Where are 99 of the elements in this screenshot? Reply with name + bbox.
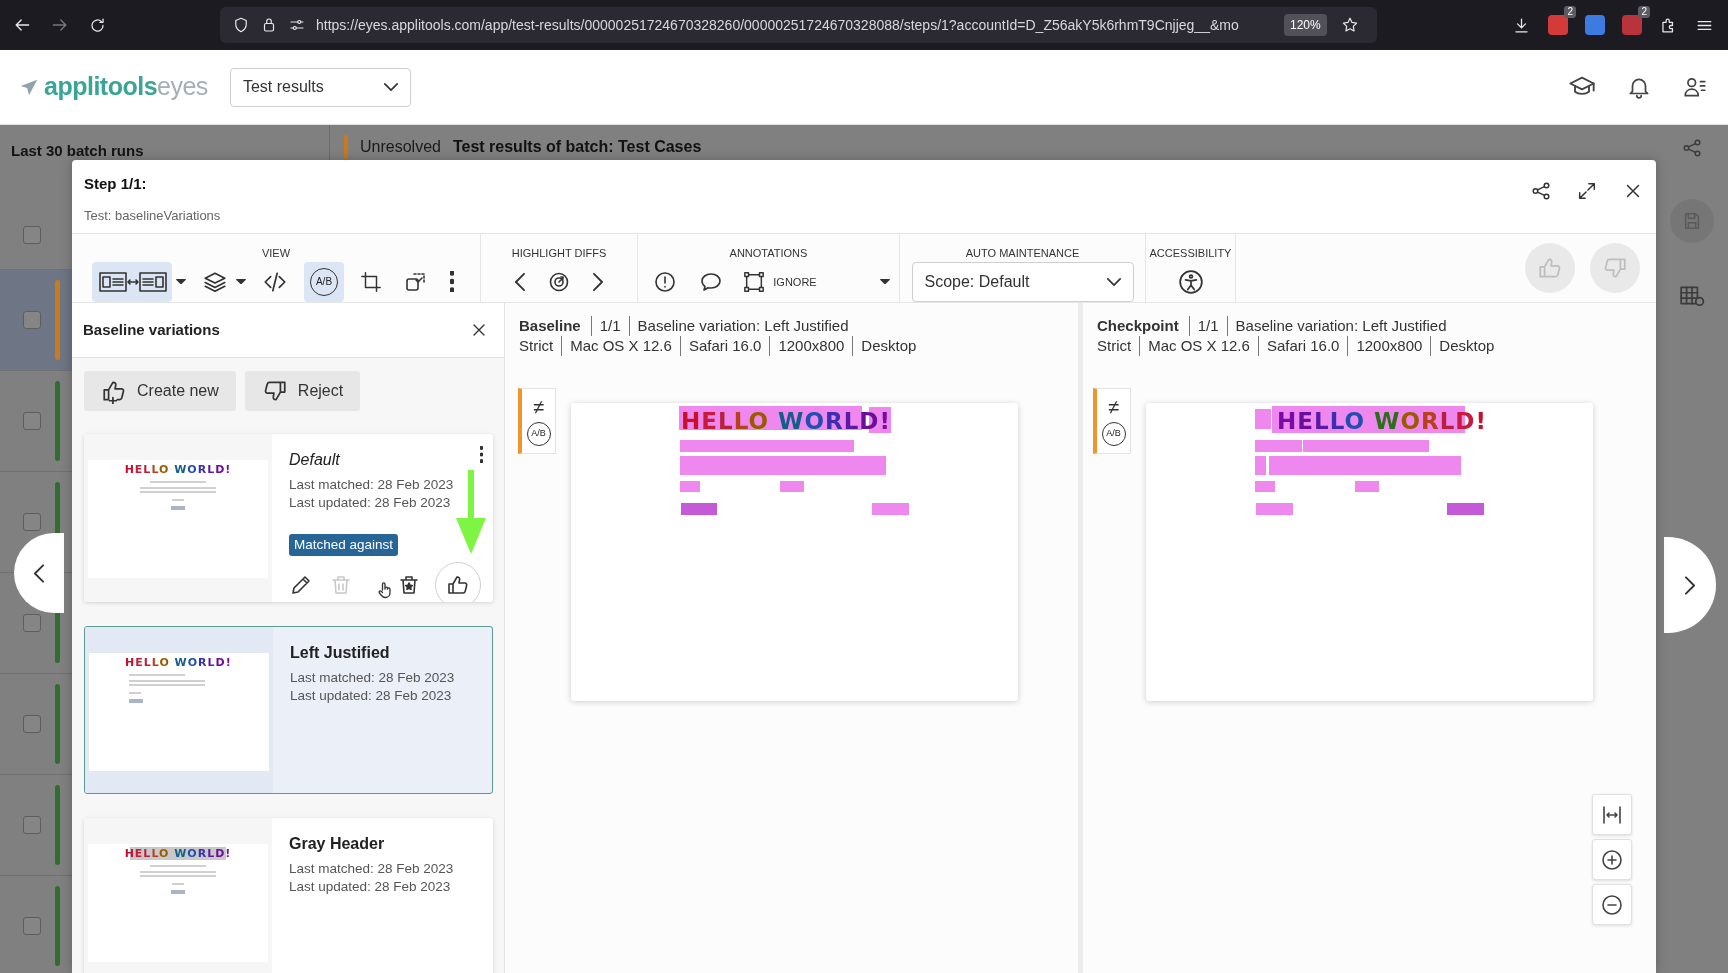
alert-icon <box>653 269 678 294</box>
create-new-button[interactable]: Create new <box>84 371 236 411</box>
pane-title: Checkpoint <box>1097 316 1180 336</box>
pointer-arrow-icon <box>456 470 486 554</box>
url-text: https://eyes.applitools.com/app/test-results/00000251724670328260/00000251724670328088/steps/1?accountId=D_Z56akY5k6rhmT9Cnjjeg__&mo <box>316 15 1240 35</box>
address-bar[interactable]: https://eyes.applitools.com/app/test-results/00000251724670328260/00000251724670328088/steps/1?accountId=D_Z56akY5k6rhmT9Cnjjeg__&mo 120% <box>220 7 1377 43</box>
share-icon[interactable] <box>1530 180 1552 202</box>
region-corners-icon <box>743 270 766 293</box>
checkbox[interactable] <box>23 715 41 733</box>
last-matched: Last matched: 28 Feb 2023 <box>289 860 455 878</box>
crop-icon <box>360 270 382 293</box>
checkbox[interactable] <box>23 225 41 244</box>
environment-detail: Mac OS X 12.6 <box>1139 336 1258 356</box>
environment-detail: Desktop <box>1430 336 1503 356</box>
chevron-right-icon <box>593 272 603 291</box>
thumbnail-heading: HELLO WORLD! <box>125 655 232 671</box>
step-index: 1/1 <box>590 316 629 336</box>
last-matched: Last matched: 28 Feb 2023 <box>289 476 455 494</box>
variation-name: Default <box>289 450 340 470</box>
step-index: 1/1 <box>1188 316 1227 336</box>
environment-detail: Safari 16.0 <box>1257 336 1348 356</box>
ignore-region-button[interactable]: IGNORE <box>743 270 890 293</box>
table-settings-icon[interactable] <box>1679 283 1705 309</box>
ab-compare-button[interactable]: A/B <box>304 261 344 302</box>
test-name: Test: baselineVariations <box>84 206 221 225</box>
approve-button[interactable] <box>435 562 481 602</box>
environment-detail: Strict <box>1097 336 1133 356</box>
variation-card[interactable]: HELLO WORLD! Left Justified Last matched: 28 Feb 2023 Last updated: 28 Feb 2023 <box>84 626 493 794</box>
status-marker <box>344 135 348 159</box>
scope-dropdown[interactable]: Scope: Default <box>911 261 1134 302</box>
caret-icon[interactable] <box>176 279 186 285</box>
checkbox[interactable] <box>23 816 41 834</box>
previous-step-button[interactable] <box>14 533 64 613</box>
chevron-right-icon <box>1685 575 1695 595</box>
variation-label: Baseline variation: Left Justified <box>628 316 849 336</box>
variation-name: Left Justified <box>290 643 390 663</box>
thumbnail-heading: HELLO WORLD! <box>124 462 232 478</box>
zoom-out-icon <box>1600 892 1624 917</box>
zoom-out-button[interactable] <box>1592 884 1632 925</box>
panel-title: Baseline variations <box>83 319 220 340</box>
chevron-down-icon <box>1106 277 1121 286</box>
more-icon <box>450 271 454 293</box>
variation-label: Baseline variation: Left Justified <box>1226 316 1447 336</box>
last-updated: Last updated: 28 Feb 2023 <box>290 687 453 705</box>
pane-title: Baseline <box>519 316 582 336</box>
page-selector[interactable]: Test results <box>229 67 411 107</box>
status-label: Unresolved <box>360 137 441 157</box>
more-icon[interactable] <box>480 446 483 463</box>
shield-icon[interactable] <box>232 16 250 34</box>
section-label: AUTO MAINTENANCE <box>965 246 1080 261</box>
checkbox[interactable] <box>23 917 41 935</box>
zoom-level[interactable]: 120% <box>1284 14 1327 36</box>
chevron-left-icon <box>34 563 44 583</box>
expand-icon[interactable] <box>1576 180 1598 202</box>
checkbox[interactable] <box>23 412 41 430</box>
batch-title: Test results of batch: Test Cases <box>452 137 702 157</box>
variation-name: Gray Header <box>289 834 385 854</box>
page-heading: HELLO WORLD! <box>1277 408 1487 434</box>
split-button[interactable] <box>92 261 172 302</box>
environment-detail: Strict <box>519 336 555 356</box>
environment-detail: 1200x800 <box>769 336 853 356</box>
bookmark-star-icon[interactable] <box>1340 16 1359 34</box>
environment-detail: Safari 16.0 <box>679 336 770 356</box>
thumbnail-heading: HELLO WORLD! <box>124 846 232 862</box>
environment-detail: Mac OS X 12.6 <box>561 336 680 356</box>
fit-width-button[interactable] <box>1592 794 1632 835</box>
caret-icon[interactable] <box>236 279 246 285</box>
last-updated: Last updated: 28 Feb 2023 <box>289 878 452 896</box>
reject-button[interactable]: Reject <box>244 371 361 411</box>
camera-extension-icon[interactable] <box>1585 15 1605 35</box>
extension-icon[interactable] <box>1548 15 1568 35</box>
extension-badge: 2 <box>1638 6 1650 18</box>
chevron-down-icon <box>383 83 398 91</box>
section-label: ANNOTATIONS <box>729 246 808 261</box>
checkbox[interactable] <box>23 311 41 329</box>
diff-toggle[interactable]: ≠ <box>1108 396 1119 418</box>
zoom-in-icon <box>1600 847 1624 872</box>
checkbox[interactable] <box>23 614 41 632</box>
section-label: HIGHLIGHT DIFFS <box>511 246 607 261</box>
checkbox[interactable] <box>23 513 41 531</box>
logo-suffix: eyes <box>157 71 208 103</box>
split-view-icon <box>98 269 168 294</box>
extension-badge: 2 <box>1564 6 1576 18</box>
section-label: ACCESSIBILITY <box>1149 246 1232 261</box>
matched-badge: Matched against <box>289 534 399 557</box>
diff-toggle[interactable]: ≠ <box>533 396 544 418</box>
dialog-title: Step 1/1: <box>84 174 148 194</box>
last-updated: Last updated: 28 Feb 2023 <box>289 494 452 512</box>
chevron-left-icon <box>515 272 525 291</box>
environment-detail: Desktop <box>852 336 925 356</box>
section-label: VIEW <box>261 246 291 261</box>
variation-card[interactable]: HELLO WORLD! Gray Header Last matched: 28 Feb 2023 Last updated: 28 Feb 2023 <box>84 818 493 973</box>
environment-detail: 1200x800 <box>1347 336 1431 356</box>
zoom-in-button[interactable] <box>1592 839 1632 880</box>
variation-card[interactable]: HELLO WORLD! Default Last matched: 28 Feb 2023 Last updated: 28 Feb 2023 Matched against <box>84 434 493 602</box>
sidebar-title: Last 30 batch runs <box>11 142 145 160</box>
caret-icon <box>879 279 890 285</box>
accessibility-icon <box>1177 268 1204 295</box>
last-matched: Last matched: 28 Feb 2023 <box>290 669 456 687</box>
